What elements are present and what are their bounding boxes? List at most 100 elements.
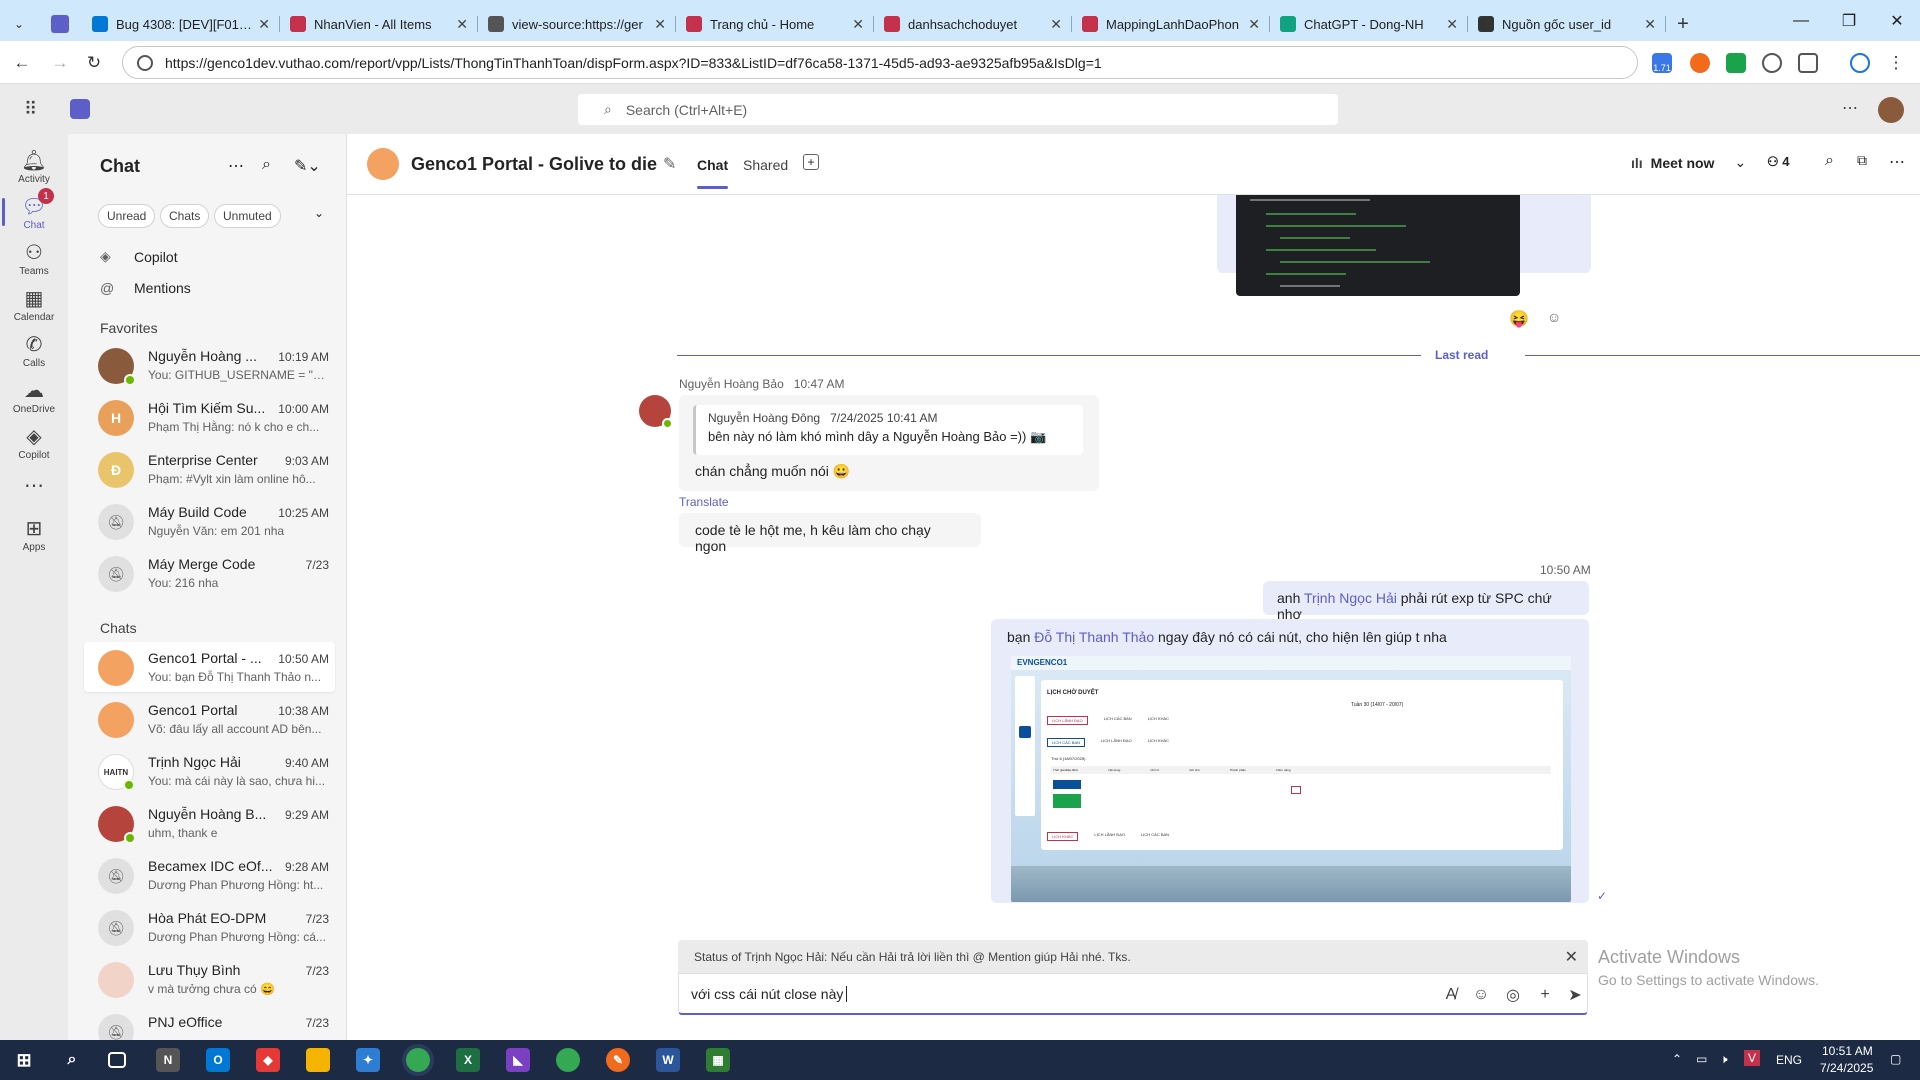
chat-list-item[interactable]: Đ Enterprise Center 9:03 AM Phạm: #Vylt xin… bbox=[84, 444, 335, 494]
minimize-button[interactable]: — bbox=[1778, 0, 1824, 41]
tab-close-icon[interactable]: ✕ bbox=[1248, 16, 1260, 33]
chat-list-item[interactable]: 🔕︎ PNJ eOffice 7/23 bbox=[84, 1006, 335, 1040]
mention-link[interactable]: Đỗ Thị Thanh Thảo bbox=[1034, 629, 1154, 645]
code-screenshot-image[interactable] bbox=[1236, 195, 1520, 296]
browser-tab[interactable]: ChatGPT - Dong-NH ✕ bbox=[1270, 7, 1468, 41]
participants-button[interactable]: ⚇ 4 bbox=[1767, 154, 1790, 170]
extensions-puzzle-icon[interactable] bbox=[1798, 53, 1818, 73]
more-options-icon[interactable]: ⋯ bbox=[1842, 98, 1858, 118]
forward-icon[interactable]: → bbox=[48, 51, 72, 75]
tab-close-icon[interactable]: ✕ bbox=[654, 16, 666, 33]
chat-list-item[interactable]: Nguyễn Hoàng B... 9:29 AM uhm, thank e bbox=[84, 798, 335, 848]
search-icon[interactable]: ⌕ bbox=[60, 1048, 84, 1072]
mention-link[interactable]: Trịnh Ngọc Hải bbox=[1304, 590, 1397, 606]
tab-close-icon[interactable]: ✕ bbox=[258, 16, 270, 33]
popout-icon[interactable]: ⧉ bbox=[1857, 152, 1867, 169]
excel-icon[interactable]: X bbox=[456, 1048, 480, 1072]
teams-pinned-tab[interactable] bbox=[38, 7, 82, 41]
favorites-heading[interactable]: Favorites bbox=[100, 320, 158, 336]
app-launcher-icon[interactable]: ⠿ bbox=[24, 99, 37, 120]
extension-badge-icon[interactable]: 1.71 bbox=[1652, 53, 1672, 73]
windows-start-icon[interactable]: ⊞ bbox=[12, 1048, 36, 1072]
tab-search-button[interactable]: ⌄ bbox=[0, 7, 38, 41]
browser-tab[interactable]: Nguồn gốc user_id ✕ bbox=[1468, 7, 1666, 41]
app-icon[interactable]: N bbox=[156, 1048, 180, 1072]
profile-icon[interactable] bbox=[1850, 53, 1870, 73]
search-icon[interactable]: ⌕ bbox=[262, 156, 271, 174]
app-icon[interactable]: ◆ bbox=[256, 1048, 280, 1072]
extension-icon[interactable] bbox=[1762, 53, 1782, 73]
translate-link[interactable]: Translate bbox=[679, 495, 729, 509]
tab-close-icon[interactable]: ✕ bbox=[1050, 16, 1062, 33]
clock-time[interactable]: 10:51 AM bbox=[1822, 1044, 1873, 1058]
network-icon[interactable]: ▭ bbox=[1696, 1052, 1707, 1066]
browser-tab[interactable]: NhanVien - All Items ✕ bbox=[280, 7, 478, 41]
chat-list-item[interactable]: 🔕︎ Becamex IDC eOf... 9:28 AM Dương Phan Ph… bbox=[84, 850, 335, 900]
tray-chevron-icon[interactable]: ⌃ bbox=[1672, 1052, 1682, 1066]
reaction-emoji[interactable]: 😝 bbox=[1509, 309, 1529, 329]
attach-plus-icon[interactable]: + bbox=[1535, 985, 1555, 1005]
search-input[interactable]: ⌕ Search (Ctrl+Alt+E) bbox=[578, 94, 1338, 125]
tab-close-icon[interactable]: ✕ bbox=[1644, 16, 1656, 33]
more-options-icon[interactable]: ⋯ bbox=[228, 156, 244, 176]
address-bar[interactable]: https://genco1dev.vuthao.com/report/vpp/… bbox=[122, 46, 1638, 79]
message-compose-box[interactable]: với css cái nút close này A̸ ☺ ◎ + ➤ bbox=[678, 973, 1588, 1015]
send-icon[interactable]: ➤ bbox=[1565, 985, 1585, 1005]
chrome-icon[interactable] bbox=[556, 1048, 580, 1072]
add-reaction-icon[interactable]: ☺ bbox=[1547, 309, 1561, 325]
edit-pencil-icon[interactable]: ✎ bbox=[663, 154, 676, 174]
maximize-button[interactable]: ❐ bbox=[1826, 0, 1872, 41]
chat-list-item[interactable]: Genco1 Portal - ... 10:50 AM You: bạn Đỗ T… bbox=[84, 642, 335, 692]
file-explorer-icon[interactable] bbox=[306, 1048, 330, 1072]
tab-close-icon[interactable]: ✕ bbox=[1446, 16, 1458, 33]
word-icon[interactable]: W bbox=[656, 1048, 680, 1072]
browser-tab[interactable]: MappingLanhDaoPhon ✕ bbox=[1072, 7, 1270, 41]
app-tray-icon[interactable]: V bbox=[1744, 1050, 1761, 1066]
emoji-icon[interactable]: ☺ bbox=[1471, 985, 1491, 1005]
chat-list-item[interactable]: Lưu Thụy Bình 7/23 v mà tưởng chưa có 😄 bbox=[84, 954, 335, 1004]
app-icon[interactable]: ✎ bbox=[606, 1048, 630, 1072]
quoted-reply[interactable]: Nguyễn Hoàng Đông 7/24/2025 10:41 AM bên… bbox=[693, 405, 1083, 455]
filter-unmuted[interactable]: Unmuted bbox=[214, 204, 281, 228]
chat-list-item[interactable]: 🔕︎ Hòa Phát EO-DPM 7/23 Dương Phan Phương H… bbox=[84, 902, 335, 952]
chats-heading[interactable]: Chats bbox=[100, 620, 137, 636]
tab-shared[interactable]: Shared bbox=[743, 157, 788, 173]
user-avatar[interactable] bbox=[1878, 97, 1904, 123]
app-icon[interactable]: ✦ bbox=[356, 1048, 380, 1072]
chat-list-item[interactable]: HAITN Trịnh Ngọc Hải 9:40 AM You: mà cái nà… bbox=[84, 746, 335, 796]
rail-item-apps[interactable]: ⊞ Apps bbox=[0, 506, 68, 562]
close-window-button[interactable]: ✕ bbox=[1874, 0, 1920, 41]
close-icon[interactable]: ✕ bbox=[1565, 947, 1578, 967]
new-chat-icon[interactable]: ✎⌄ bbox=[294, 156, 321, 176]
search-icon[interactable]: ⌕ bbox=[1825, 152, 1834, 170]
visual-studio-icon[interactable]: ◣ bbox=[506, 1048, 530, 1072]
format-icon[interactable]: A̸ bbox=[1441, 985, 1461, 1005]
outlook-icon[interactable]: O bbox=[206, 1048, 230, 1072]
volume-icon[interactable]: 🕨 bbox=[1720, 1052, 1728, 1067]
browser-tab[interactable]: Bug 4308: [DEV][F01.03 ✕ bbox=[82, 7, 280, 41]
chrome-icon[interactable] bbox=[406, 1048, 430, 1072]
add-tab-icon[interactable]: + bbox=[803, 154, 819, 170]
chat-list-item[interactable]: 🔕︎ Máy Merge Code 7/23 You: 216 nha bbox=[84, 548, 335, 598]
app-icon[interactable]: ▦ bbox=[706, 1048, 730, 1072]
notification-icon[interactable]: ▢ bbox=[1890, 1052, 1901, 1066]
back-icon[interactable]: ← bbox=[10, 51, 34, 75]
task-view-icon[interactable] bbox=[108, 1052, 126, 1068]
reload-icon[interactable]: ↻ bbox=[82, 51, 106, 75]
tab-close-icon[interactable]: ✕ bbox=[456, 16, 468, 33]
chat-list-item[interactable]: 🔕︎ Máy Build Code 10:25 AM Nguyễn Văn: em 2… bbox=[84, 496, 335, 546]
attached-screenshot-image[interactable]: EVNGENCO1 LỊCH CHỜ DUYỆT Tuần 30 (14/07 … bbox=[1011, 656, 1571, 902]
chevron-down-icon[interactable]: ⌄ bbox=[314, 206, 324, 220]
site-info-icon[interactable] bbox=[137, 54, 153, 71]
filter-unread[interactable]: Unread bbox=[98, 204, 156, 228]
new-tab-button[interactable]: + bbox=[1666, 7, 1700, 41]
extension-icon[interactable] bbox=[1726, 53, 1746, 73]
loop-icon[interactable]: ◎ bbox=[1503, 985, 1523, 1005]
meet-now-button[interactable]: ılı Meet now ⌄ bbox=[1631, 154, 1746, 171]
browser-menu-icon[interactable]: ⋮ bbox=[1884, 51, 1908, 75]
browser-tab[interactable]: danhsachchoduyet ✕ bbox=[874, 7, 1072, 41]
tab-close-icon[interactable]: ✕ bbox=[852, 16, 864, 33]
chat-list-item[interactable]: H Hội Tìm Kiếm Su... 10:00 AM Phạm Thị Hằng… bbox=[84, 392, 335, 442]
pinned-copilot[interactable]: ◈ Copilot bbox=[100, 248, 178, 265]
tab-chat[interactable]: Chat bbox=[697, 157, 729, 189]
